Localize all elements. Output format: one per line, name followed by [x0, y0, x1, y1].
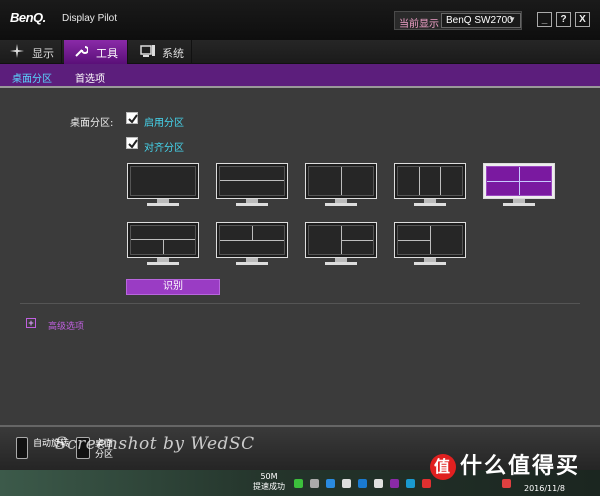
main-tabs: 显示 工具 系统 [0, 40, 600, 64]
layout-option-1[interactable] [127, 163, 199, 207]
align-partition-checkbox[interactable] [126, 137, 138, 149]
align-partition-label[interactable]: 对齐分区 [144, 139, 184, 154]
network-icon[interactable] [326, 479, 335, 488]
identify-button[interactable]: 识别 [126, 279, 220, 295]
layout-option-3[interactable] [305, 163, 377, 207]
site-brand-text: 什么值得买 [460, 454, 581, 479]
display-pilot-tray-icon[interactable] [390, 479, 399, 488]
network-status: 提速成功 [253, 482, 285, 491]
network-speed: 50M [260, 472, 278, 481]
tab-tools-label: 工具 [96, 47, 118, 60]
layout-option-8[interactable] [305, 222, 377, 266]
tab-system[interactable]: 系统 [130, 40, 192, 64]
subnav-desktop-partition[interactable]: 桌面分区 [12, 70, 52, 85]
tab-display-label: 显示 [32, 47, 54, 60]
current-display-select[interactable]: BenQ SW2700 ▼ [441, 13, 521, 28]
help-button[interactable]: ? [556, 12, 571, 27]
current-display-value: BenQ SW2700 [446, 15, 513, 26]
tab-tools[interactable]: 工具 [64, 40, 128, 64]
tray-app-icon-3[interactable] [422, 479, 431, 488]
check-icon [128, 139, 138, 149]
wrench-icon [75, 46, 88, 57]
current-display-box: 当前显示 BenQ SW2700 ▼ [394, 11, 522, 30]
taskbar-date[interactable]: 2016/11/8 [524, 484, 565, 493]
section-divider [20, 303, 580, 304]
layout-option-2[interactable] [216, 163, 288, 207]
layout-option-6[interactable] [127, 222, 199, 266]
tab-display[interactable]: 显示 [0, 40, 62, 64]
tray-app-icon-2[interactable] [406, 479, 415, 488]
title-bar: BenQ. Display Pilot 当前显示 BenQ SW2700 ▼ _… [0, 0, 600, 40]
current-display-label: 当前显示 [399, 19, 439, 30]
desktop-partition-icon [76, 437, 90, 459]
dropdown-arrow-icon: ▼ [508, 15, 516, 24]
sparkle-icon [10, 44, 24, 58]
benq-logo: BenQ. [10, 10, 46, 25]
tray-app-icon[interactable] [374, 479, 383, 488]
advanced-options-link[interactable]: 高级选项 [48, 319, 84, 332]
desktop-partition-shortcut[interactable]: 桌面 分区 [95, 439, 113, 461]
cloud-icon[interactable] [358, 479, 367, 488]
check-icon [128, 114, 138, 124]
desk-label-line2: 分区 [95, 450, 114, 460]
expand-plus-icon[interactable]: + [26, 318, 36, 328]
partition-label: 桌面分区: [70, 118, 114, 129]
layout-option-9[interactable] [394, 222, 466, 266]
subnav-preferences[interactable]: 首选项 [75, 70, 105, 85]
site-brand-watermark: 值什么值得买 [430, 448, 580, 480]
tab-system-label: 系统 [162, 47, 184, 60]
enable-partition-label[interactable]: 启用分区 [144, 114, 184, 129]
usb-icon[interactable] [310, 479, 319, 488]
auto-rotate-icon [16, 437, 28, 459]
network-speed-indicator[interactable]: 50M 提速成功 [253, 472, 285, 492]
wechat-icon[interactable] [294, 479, 303, 488]
input-method-icon[interactable] [502, 479, 511, 488]
auto-rotate-button[interactable]: 自动旋转 [33, 439, 69, 450]
layout-option-4[interactable] [394, 163, 466, 207]
close-button[interactable]: X [575, 12, 590, 27]
layout-option-7[interactable] [216, 222, 288, 266]
site-logo-icon: 值 [430, 454, 456, 480]
display-pilot-window: BenQ. Display Pilot 当前显示 BenQ SW2700 ▼ _… [0, 0, 600, 496]
system-icon [140, 45, 155, 57]
partition-panel: 桌面分区: 启用分区 对齐分区 识别 + 高级选项 [0, 90, 600, 425]
app-title: Display Pilot [62, 13, 118, 24]
minimize-button[interactable]: _ [537, 12, 552, 27]
volume-icon[interactable] [342, 479, 351, 488]
enable-partition-checkbox[interactable] [126, 112, 138, 124]
layout-option-5-selected[interactable] [483, 163, 555, 207]
desk-label-line1: 桌面 [95, 439, 114, 449]
sub-navigation: 桌面分区 首选项 [0, 64, 600, 88]
